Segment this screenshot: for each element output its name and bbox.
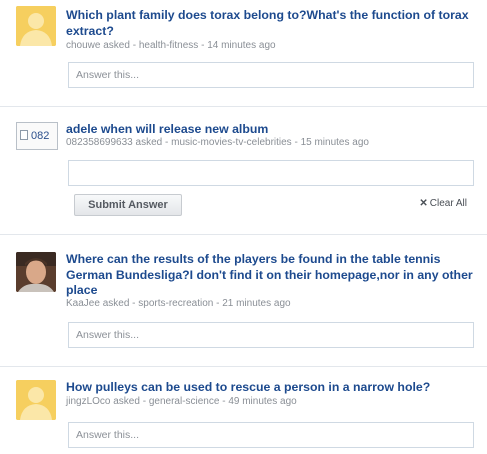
- question-meta: 082358699633 asked - music-movies-tv-cel…: [66, 137, 369, 149]
- question-meta: jingzLOco asked - general-science - 49 m…: [66, 396, 297, 408]
- clear-all-label: Clear All: [429, 198, 467, 209]
- answer-input[interactable]: Answer this...: [68, 62, 474, 88]
- question-meta: chouwe asked - health-fitness - 14 minut…: [66, 40, 276, 52]
- category-link[interactable]: general-science: [149, 396, 220, 407]
- question-title[interactable]: Which plant family does torax belong to?…: [66, 8, 476, 39]
- question-title[interactable]: How pulleys can be used to rescue a pers…: [66, 380, 476, 396]
- question-feed: Which plant family does torax belong to?…: [0, 0, 487, 454]
- avatar-thumbnail[interactable]: 082: [16, 122, 58, 150]
- default-avatar-icon[interactable]: [16, 380, 56, 420]
- time-ago: - 21 minutes ago: [216, 298, 291, 309]
- time-ago: - 15 minutes ago: [294, 137, 369, 148]
- category-link[interactable]: sports-recreation: [138, 298, 213, 309]
- user-photo-avatar[interactable]: [16, 252, 56, 292]
- time-ago: - 14 minutes ago: [201, 40, 276, 51]
- divider: [0, 106, 487, 107]
- asked-label: asked -: [113, 396, 147, 407]
- asker-username[interactable]: KaaJee: [66, 298, 100, 309]
- asked-label: asked -: [103, 40, 137, 51]
- clear-all-button[interactable]: ✕ Clear All: [419, 198, 467, 210]
- avatar-thumbnail-text: 082: [31, 130, 50, 142]
- submit-answer-button[interactable]: Submit Answer: [74, 194, 182, 216]
- question-meta: KaaJee asked - sports-recreation - 21 mi…: [66, 298, 291, 310]
- asked-label: asked -: [135, 137, 169, 148]
- time-ago: - 49 minutes ago: [222, 396, 297, 407]
- category-link[interactable]: health-fitness: [139, 40, 198, 51]
- asker-username[interactable]: jingzLOco: [66, 396, 110, 407]
- default-avatar-icon[interactable]: [16, 6, 56, 46]
- divider: [0, 366, 487, 367]
- asker-username[interactable]: 082358699633: [66, 137, 133, 148]
- answer-input-active[interactable]: [68, 160, 474, 186]
- category-link[interactable]: music-movies-tv-celebrities: [171, 137, 292, 148]
- answer-input[interactable]: Answer this...: [68, 322, 474, 348]
- document-icon: [20, 130, 28, 140]
- asker-username[interactable]: chouwe: [66, 40, 100, 51]
- x-icon: ✕: [419, 198, 428, 209]
- answer-input[interactable]: Answer this...: [68, 422, 474, 448]
- question-title[interactable]: Where can the results of the players be …: [66, 252, 476, 299]
- question-title[interactable]: adele when will release new album: [66, 122, 476, 138]
- asked-label: asked -: [102, 298, 136, 309]
- divider: [0, 234, 487, 235]
